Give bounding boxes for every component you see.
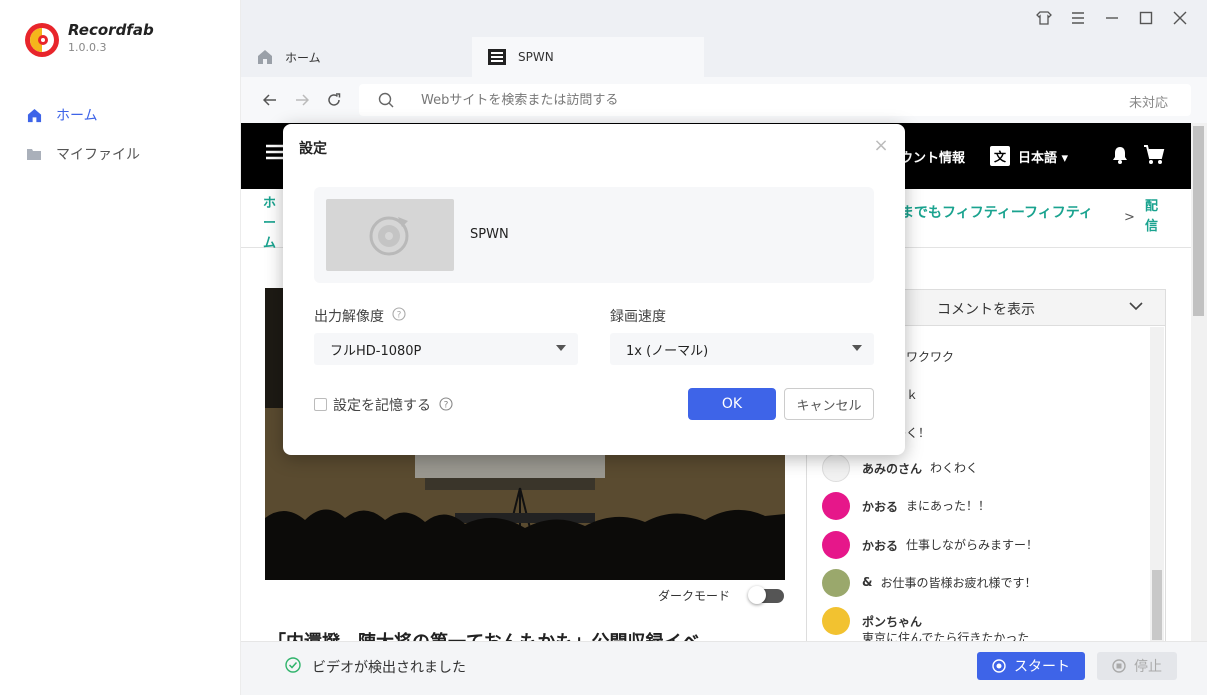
start-button[interactable]: スタート: [977, 652, 1085, 680]
comment-text: ワクワク: [906, 350, 955, 364]
home-icon: [26, 107, 42, 123]
url-input[interactable]: [421, 88, 1021, 112]
help-icon[interactable]: ?: [439, 397, 453, 415]
remember-settings-checkbox[interactable]: [314, 398, 327, 411]
media-card: SPWN: [314, 187, 874, 283]
comment-author: かおる: [862, 500, 899, 514]
dialog-title: 設定: [299, 141, 327, 157]
start-label: スタート: [1014, 659, 1070, 675]
close-window-icon[interactable]: [1171, 9, 1189, 27]
resolution-value: フルHD-1080P: [330, 343, 422, 359]
recordfab-logo: [25, 23, 59, 57]
comment-text: わくわく: [930, 461, 979, 475]
comment-author: あみのさん: [862, 462, 923, 476]
tab-home[interactable]: ホーム: [241, 37, 471, 77]
folder-icon: [26, 146, 42, 162]
media-name: SPWN: [470, 227, 509, 242]
account-info-link[interactable]: ウント情報: [900, 147, 965, 166]
comments-title: コメントを表示: [937, 302, 1035, 318]
svg-text:?: ?: [444, 401, 449, 411]
detection-message: ビデオが検出されました: [312, 660, 466, 676]
dark-mode-label: ダークモード: [658, 589, 731, 603]
tab-label: SPWN: [518, 50, 554, 64]
dark-mode-toggle[interactable]: [748, 586, 784, 604]
sidebar-item-label: マイファイル: [56, 147, 140, 163]
breadcrumb-home[interactable]: ホーム: [263, 194, 279, 254]
app-name: Recordfab: [68, 21, 154, 39]
maximize-icon[interactable]: [1137, 9, 1155, 27]
resolution-label-row: 出力解像度 ?: [314, 306, 406, 326]
tab-spwn[interactable]: SPWN: [472, 37, 704, 77]
breadcrumb-separator: >: [1124, 210, 1135, 225]
bell-icon[interactable]: [1110, 145, 1130, 169]
comment-text: 仕事しながらみますー！: [906, 538, 1039, 552]
avatar: [822, 531, 850, 559]
svg-text:?: ?: [397, 311, 402, 321]
stop-icon: [1112, 659, 1126, 673]
support-status: 未対応: [1129, 96, 1169, 111]
ok-button[interactable]: OK: [688, 388, 776, 420]
reload-icon[interactable]: [325, 91, 343, 109]
back-icon[interactable]: [261, 91, 279, 109]
sidebar-item-label: ホーム: [56, 108, 98, 124]
language-icon: 文: [990, 146, 1010, 166]
resolution-select[interactable]: フルHD-1080P: [314, 333, 578, 365]
sidebar-item-my-files[interactable]: マイファイル: [26, 143, 140, 165]
close-icon[interactable]: ×: [873, 137, 889, 155]
event-heading: 「内還撥 陣大将の第一ておんもかも」公開収録イベ: [268, 628, 788, 642]
page-scroll-thumb[interactable]: [1193, 126, 1204, 316]
comment-author: ポンちゃん: [862, 615, 923, 629]
media-thumbnail: [326, 199, 454, 271]
cancel-button[interactable]: キャンセル: [784, 388, 874, 420]
speed-select[interactable]: 1x (ノーマル): [610, 333, 874, 365]
skin-icon[interactable]: [1035, 9, 1053, 27]
avatar: [822, 454, 850, 482]
stop-button[interactable]: 停止: [1097, 652, 1177, 680]
menu-icon[interactable]: [1069, 9, 1087, 27]
comment-item: かおる まにあった！！: [822, 492, 1112, 520]
avatar: [822, 607, 850, 635]
breadcrumb-event[interactable]: までもフィフティーフィフティ: [900, 202, 1093, 222]
resolution-label: 出力解像度: [314, 309, 384, 325]
cart-icon[interactable]: [1143, 144, 1165, 170]
caret-down-icon: [852, 345, 862, 351]
app-version: 1.0.0.3: [68, 41, 107, 54]
language-label: 日本語: [1018, 151, 1058, 166]
avatar: [822, 569, 850, 597]
comment-author: かおる: [862, 539, 899, 553]
hamburger-icon[interactable]: [266, 143, 284, 165]
comments-scroll-thumb[interactable]: [1152, 570, 1162, 640]
tab-label: ホーム: [285, 50, 321, 65]
record-icon: [992, 659, 1006, 673]
remember-settings-label[interactable]: 設定を記憶する: [333, 395, 431, 415]
speed-value: 1x (ノーマル): [626, 343, 709, 359]
check-circle-icon: [285, 657, 301, 677]
forward-icon[interactable]: [293, 91, 311, 109]
stop-label: 停止: [1134, 659, 1162, 675]
comment-text: お仕事の皆様お疲れ様です！: [880, 576, 1037, 590]
speed-label-row: 録画速度: [610, 306, 666, 326]
search-icon: [378, 92, 394, 112]
sidebar: Recordfab 1.0.0.3 ホーム マイファイル: [0, 0, 241, 695]
caret-down-icon: [556, 345, 566, 351]
disc-icon: [369, 216, 409, 256]
language-selector[interactable]: 日本語 ▾: [1018, 147, 1068, 166]
spwn-logo-icon: [488, 49, 506, 65]
speed-label: 録画速度: [610, 309, 666, 325]
sidebar-item-home[interactable]: ホーム: [26, 104, 98, 126]
comment-author: &: [862, 575, 873, 589]
comment-item: あみのさん わくわく: [822, 454, 1112, 482]
comment-text: まにあった！！: [906, 499, 991, 513]
comment-item: かおる 仕事しながらみますー！: [822, 531, 1112, 559]
minimize-icon[interactable]: [1103, 9, 1121, 27]
settings-dialog: 設定 × SPWN 出力解像度 ? フルHD-1080P 録画速度 1x (ノー…: [283, 124, 905, 455]
comment-item: & お仕事の皆様お疲れ様です！: [822, 569, 1112, 597]
help-icon[interactable]: ?: [392, 307, 406, 325]
home-icon: [257, 49, 273, 65]
avatar: [822, 492, 850, 520]
chevron-down-icon[interactable]: [1129, 300, 1143, 315]
breadcrumb-current: 配信: [1145, 199, 1159, 234]
